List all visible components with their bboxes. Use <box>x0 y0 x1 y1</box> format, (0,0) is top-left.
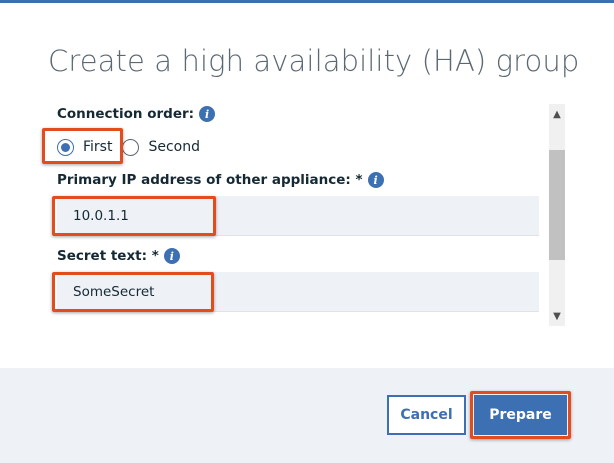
dialog-title: Create a high availability (HA) group <box>48 44 580 78</box>
info-icon[interactable]: i <box>163 248 180 264</box>
connection-order-label-text: Connection order: <box>57 106 195 122</box>
primary-ip-input[interactable]: 10.0.1.1 <box>57 196 539 236</box>
primary-ip-label-text: Primary IP address of other appliance: * <box>57 172 363 188</box>
prepare-button[interactable]: Prepare <box>474 395 567 435</box>
cancel-button[interactable]: Cancel <box>387 395 466 435</box>
radio-dot <box>61 142 70 152</box>
radio-second-label[interactable]: Second <box>148 139 200 155</box>
connection-order-label: Connection order: i <box>57 106 216 122</box>
form-scrollbar[interactable]: ▲ ▼ <box>549 104 565 326</box>
radio-checked-icon[interactable] <box>57 138 74 156</box>
radio-unchecked-icon[interactable] <box>122 138 140 156</box>
scroll-up-icon[interactable]: ▲ <box>549 106 565 122</box>
dialog-form: Connection order: i First Second Primary… <box>0 100 614 328</box>
radio-second[interactable]: Second <box>122 138 200 156</box>
scroll-thumb[interactable] <box>549 150 565 260</box>
connection-order-radio-group: First Second <box>57 136 210 158</box>
dialog-accent-line <box>0 0 614 3</box>
info-icon[interactable]: i <box>367 172 384 188</box>
primary-ip-label: Primary IP address of other appliance: *… <box>57 172 384 188</box>
ha-group-dialog: Create a high availability (HA) group Co… <box>0 0 614 463</box>
radio-first-label[interactable]: First <box>83 139 112 155</box>
secret-text-label-text: Secret text: * <box>57 248 159 264</box>
info-icon[interactable]: i <box>199 106 216 122</box>
secret-text-input[interactable]: SomeSecret <box>57 272 539 312</box>
radio-first[interactable]: First <box>57 138 112 156</box>
scroll-down-icon[interactable]: ▼ <box>549 308 565 324</box>
secret-text-label: Secret text: * i <box>57 248 180 264</box>
